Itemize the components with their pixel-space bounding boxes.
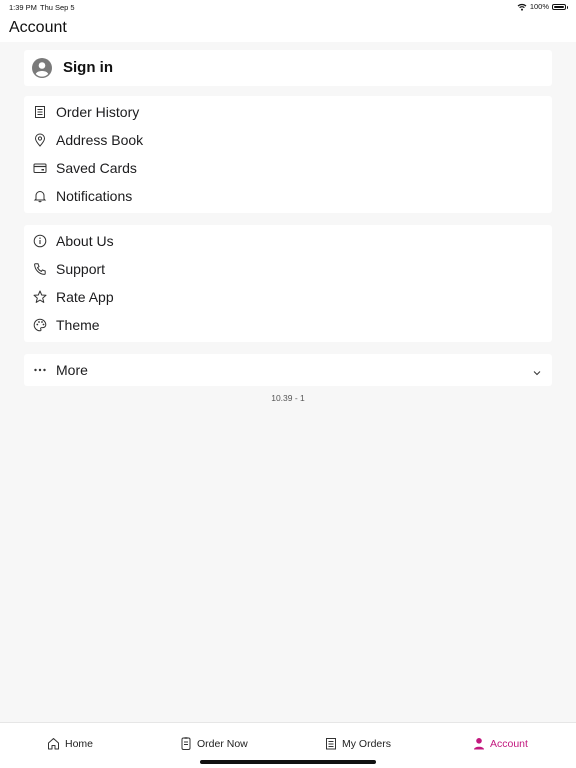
sign-in-row[interactable]: Sign in <box>24 50 552 86</box>
bell-icon <box>32 188 48 204</box>
menu-item-label: Address Book <box>56 132 144 148</box>
status-time: 1:39 PM <box>9 3 37 12</box>
page-title: Account <box>9 19 67 36</box>
tab-home[interactable]: Home <box>47 737 93 750</box>
header: Account <box>0 14 576 42</box>
home-indicator <box>200 760 376 764</box>
menu-item-label: About Us <box>56 233 114 249</box>
menu-item-theme[interactable]: Theme <box>24 311 552 339</box>
account-group-1: Order History Address Book Saved Cards N… <box>24 96 552 213</box>
phone-icon <box>32 261 48 277</box>
location-pin-icon <box>32 132 48 148</box>
info-icon <box>32 233 48 249</box>
menu-item-label: Theme <box>56 317 100 333</box>
more-section[interactable]: More <box>24 354 552 386</box>
home-icon <box>48 738 59 750</box>
status-bar: 1:39 PM Thu Sep 5 100% <box>0 0 576 14</box>
menu-item-address-book[interactable]: Address Book <box>24 126 552 154</box>
tab-my-orders[interactable]: My Orders <box>325 737 391 750</box>
battery-icon <box>552 3 568 10</box>
star-icon <box>32 289 48 305</box>
status-right: 100% <box>517 2 568 11</box>
more-label: More <box>56 362 88 378</box>
menu-item-label: Order History <box>56 104 140 120</box>
sign-in-label: Sign in <box>63 59 113 76</box>
tab-order-now[interactable]: Order Now <box>180 737 248 750</box>
chevron-down-icon[interactable] <box>532 365 542 376</box>
user-avatar-icon <box>32 58 52 78</box>
credit-card-icon <box>32 160 48 176</box>
tab-label: Order Now <box>197 737 248 750</box>
more-row[interactable]: More <box>24 356 552 384</box>
menu-item-label: Rate App <box>56 289 114 305</box>
order-icon <box>181 737 191 750</box>
status-date: Thu Sep 5 <box>40 3 75 12</box>
orders-list-icon <box>326 738 336 750</box>
menu-item-label: Support <box>56 261 106 277</box>
tab-label: Home <box>65 737 94 750</box>
tab-label: Account <box>490 737 528 750</box>
ellipsis-icon <box>32 362 48 378</box>
menu-item-saved-cards[interactable]: Saved Cards <box>24 154 552 182</box>
battery-percent: 100% <box>529 2 549 11</box>
tab-label: My Orders <box>342 737 392 750</box>
person-icon <box>474 738 484 750</box>
menu-item-rate-app[interactable]: Rate App <box>24 283 552 311</box>
menu-item-about-us[interactable]: About Us <box>24 227 552 255</box>
wifi-icon <box>517 3 527 11</box>
palette-icon <box>32 317 48 333</box>
menu-item-label: Notifications <box>56 188 133 204</box>
menu-item-label: Saved Cards <box>56 160 137 176</box>
account-group-2: About Us Support Rate App Theme <box>24 225 552 342</box>
receipt-icon <box>32 104 48 120</box>
app-version: 10.39 - 1 <box>271 393 305 403</box>
menu-item-notifications[interactable]: Notifications <box>24 182 552 210</box>
menu-item-support[interactable]: Support <box>24 255 552 283</box>
menu-item-order-history[interactable]: Order History <box>24 98 552 126</box>
tab-account[interactable]: Account <box>473 737 528 750</box>
